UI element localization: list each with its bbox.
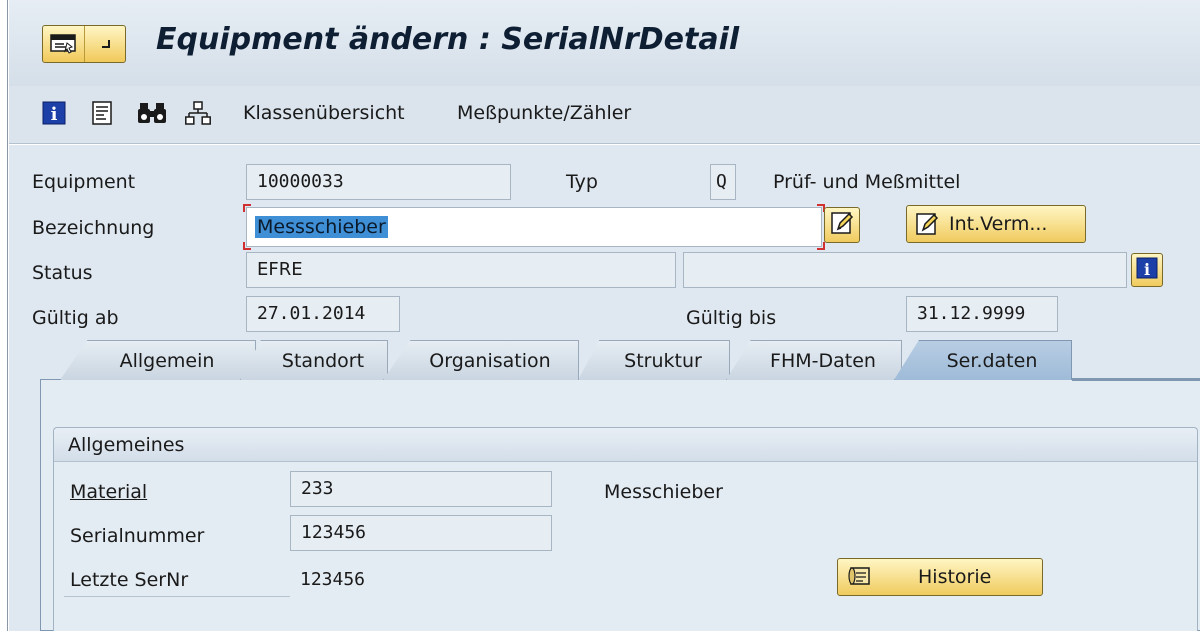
letzte-sernr-label: Letzte SerNr	[70, 569, 189, 591]
bezeichnung-input[interactable]: Messschieber	[246, 207, 822, 247]
required-marker-bl	[243, 242, 251, 250]
edit-long-text-button[interactable]	[824, 207, 860, 243]
hierarchy-icon[interactable]	[185, 100, 211, 126]
tab-organisation[interactable]: Organisation	[383, 340, 579, 380]
svg-text:i: i	[1144, 260, 1150, 279]
bezeichnung-label: Bezeichnung	[32, 217, 155, 239]
bezeichnung-value: Messschieber	[255, 216, 388, 238]
material-link[interactable]: Material	[70, 481, 147, 503]
tab-ser-daten[interactable]: Ser.daten	[894, 340, 1072, 380]
required-marker-tl	[243, 204, 251, 212]
typ-description: Prüf- und Meßmittel	[773, 171, 961, 193]
gueltig-bis-label: Gültig bis	[686, 307, 777, 329]
int-verm-label: Int.Verm...	[949, 213, 1048, 235]
status-info-button[interactable]: i	[1131, 253, 1163, 287]
equipment-field[interactable]: 10000033	[246, 164, 511, 200]
pencil-icon	[830, 211, 854, 240]
tab-strip: Allgemein Standort Organisation Struktur…	[40, 340, 1200, 380]
document-list-icon[interactable]	[89, 100, 115, 126]
status-label: Status	[32, 262, 93, 284]
historie-label: Historie	[918, 566, 992, 588]
system-menu-button[interactable]	[42, 25, 126, 63]
typ-field[interactable]: Q	[710, 164, 736, 200]
info-icon: i	[1136, 257, 1158, 284]
divider	[64, 596, 290, 597]
material-description: Messchieber	[604, 481, 723, 503]
window-frame-left	[0, 0, 8, 631]
system-menu-icon[interactable]	[43, 26, 84, 62]
group-allgemeines: Allgemeines	[53, 427, 1198, 631]
chevron-down-icon[interactable]	[83, 26, 126, 62]
gueltig-ab-label: Gültig ab	[32, 307, 119, 329]
history-scroll-icon	[848, 566, 872, 588]
material-field[interactable]: 233	[290, 471, 552, 507]
info-icon[interactable]: i	[41, 100, 67, 126]
window-title: Equipment ändern : SerialNrDetail	[156, 22, 740, 57]
tab-struktur[interactable]: Struktur	[578, 340, 730, 380]
gueltig-ab-field[interactable]: 27.01.2014	[246, 296, 400, 332]
required-marker-br	[817, 242, 825, 250]
gueltig-bis-field[interactable]: 31.12.9999	[906, 296, 1058, 332]
messpunkte-zaehler-button[interactable]: Meßpunkte/Zähler	[457, 102, 631, 124]
historie-button[interactable]: Historie	[837, 558, 1043, 596]
status-field-2[interactable]	[683, 252, 1127, 288]
binoculars-icon[interactable]	[137, 100, 167, 126]
title-bar: Equipment ändern : SerialNrDetail	[9, 0, 1200, 86]
equipment-label: Equipment	[32, 171, 136, 193]
klassenuebersicht-button[interactable]: Klassenübersicht	[243, 102, 405, 124]
typ-label: Typ	[566, 171, 598, 193]
letzte-sernr-value: 123456	[300, 569, 366, 590]
serialnummer-label: Serialnummer	[70, 525, 205, 547]
group-header: Allgemeines	[54, 428, 1197, 462]
status-field[interactable]: EFRE	[246, 252, 676, 288]
application-toolbar: i Klassenübersicht Meßpunkte/Zähler	[9, 86, 1200, 144]
svg-text:i: i	[51, 104, 58, 125]
tab-allgemein[interactable]: Allgemein	[60, 340, 256, 380]
int-verm-button[interactable]: Int.Verm...	[906, 205, 1086, 243]
tab-standort[interactable]: Standort	[240, 340, 388, 380]
pencil-icon	[915, 212, 939, 236]
tab-fhm-daten[interactable]: FHM-Daten	[726, 340, 902, 380]
group-title: Allgemeines	[68, 434, 185, 456]
serialnummer-field[interactable]: 123456	[290, 515, 552, 551]
